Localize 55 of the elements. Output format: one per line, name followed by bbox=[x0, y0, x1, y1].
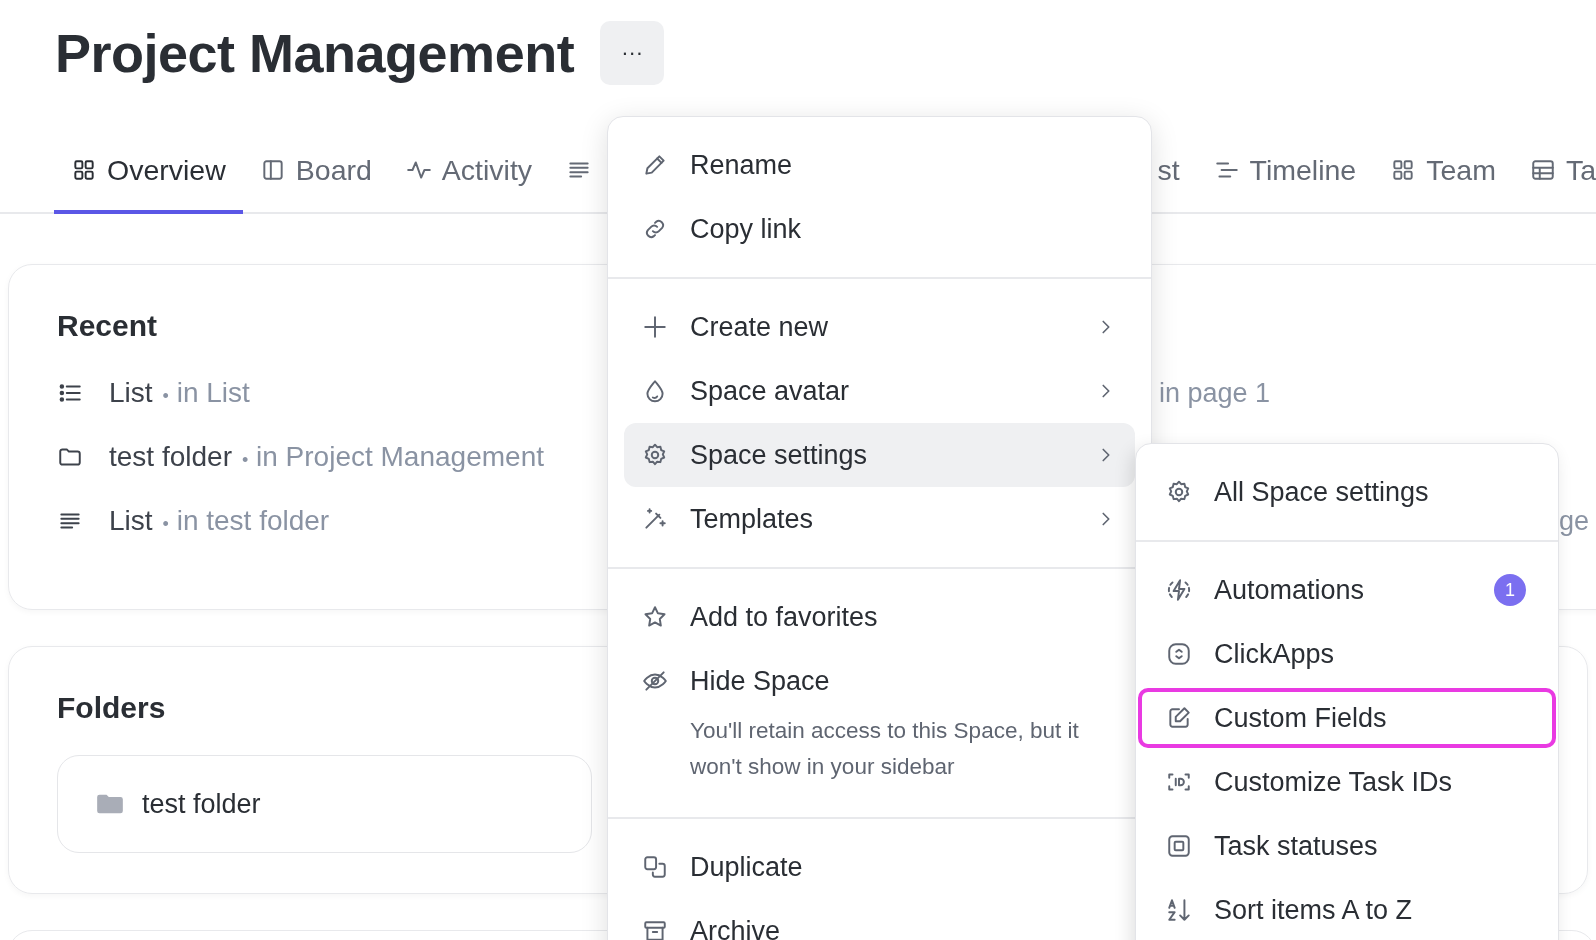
recent-item-name[interactable]: List bbox=[109, 377, 153, 409]
menu-item[interactable]: Automations 1 bbox=[1136, 558, 1558, 622]
recent-item-location: • in Project Management bbox=[241, 441, 544, 473]
recent-item-location: • in List bbox=[162, 377, 250, 409]
settings-icon bbox=[1166, 479, 1192, 505]
menu-item-description: You'll retain access to this Space, but it won't show in your sidebar bbox=[690, 717, 1080, 781]
menu-item[interactable]: Duplicate bbox=[624, 835, 1135, 899]
tab[interactable]: Timeline bbox=[1196, 130, 1374, 214]
pencil-icon bbox=[642, 152, 668, 178]
app-icon bbox=[1166, 641, 1192, 667]
section-title: Folders bbox=[57, 691, 166, 725]
menu-item[interactable]: Task statuses bbox=[1136, 814, 1558, 878]
eye-off-icon bbox=[642, 668, 668, 694]
menu-item[interactable]: Hide Space bbox=[624, 649, 1135, 713]
section-title: Recent bbox=[57, 309, 158, 343]
menu-item[interactable]: Space avatar bbox=[624, 359, 1135, 423]
menu-item[interactable]: Add to favorites bbox=[624, 585, 1135, 649]
grid-icon bbox=[71, 157, 97, 183]
recent-item-location: in page 1 bbox=[1159, 377, 1272, 409]
tab[interactable]: Overview bbox=[54, 130, 243, 214]
menu-item[interactable]: Sort items A to Z bbox=[1136, 878, 1558, 940]
plus-icon bbox=[642, 314, 668, 340]
menu-item[interactable]: Templates bbox=[624, 487, 1135, 551]
sort-icon bbox=[1166, 897, 1192, 923]
recent-item-location: • in test folder bbox=[162, 505, 330, 537]
menu-item[interactable]: Copy link bbox=[624, 197, 1135, 261]
tab[interactable]: Ta bbox=[1512, 130, 1596, 214]
archive-icon bbox=[642, 918, 668, 940]
menu-item[interactable]: Customize Task IDs bbox=[1136, 750, 1558, 814]
status-icon bbox=[1166, 833, 1192, 859]
recent-item-location: ge bbox=[1558, 505, 1589, 537]
tab[interactable]: Activity bbox=[388, 130, 550, 214]
count-badge: 1 bbox=[1494, 574, 1526, 606]
recent-item-name[interactable]: test folder bbox=[109, 441, 232, 473]
tab[interactable]: Board bbox=[242, 130, 389, 214]
menu-item[interactable]: ClickApps bbox=[1136, 622, 1558, 686]
page-title: Project Management bbox=[55, 21, 575, 84]
settings-icon bbox=[642, 442, 668, 468]
menu-item[interactable]: Custom Fields bbox=[1136, 686, 1558, 750]
tab[interactable]: Team bbox=[1373, 130, 1513, 214]
menu-item[interactable]: Archive bbox=[624, 899, 1135, 940]
folder-tile[interactable]: test folder bbox=[57, 755, 592, 853]
menu-item[interactable]: Space settings bbox=[624, 423, 1135, 487]
edit-icon bbox=[1166, 705, 1192, 731]
bolt-icon bbox=[1166, 577, 1192, 603]
menu-item[interactable]: Create new bbox=[624, 295, 1135, 359]
tab[interactable]: st bbox=[1140, 130, 1197, 214]
magic-wand-icon bbox=[642, 506, 668, 532]
more-button[interactable]: ··· bbox=[600, 20, 665, 85]
menu-item[interactable]: All Space settings bbox=[1136, 460, 1558, 524]
recent-item-name[interactable]: List bbox=[109, 505, 153, 537]
table-icon bbox=[1529, 157, 1556, 183]
menu-item[interactable]: Rename bbox=[624, 133, 1135, 197]
folder-icon bbox=[96, 792, 124, 816]
duplicate-icon bbox=[642, 854, 668, 880]
